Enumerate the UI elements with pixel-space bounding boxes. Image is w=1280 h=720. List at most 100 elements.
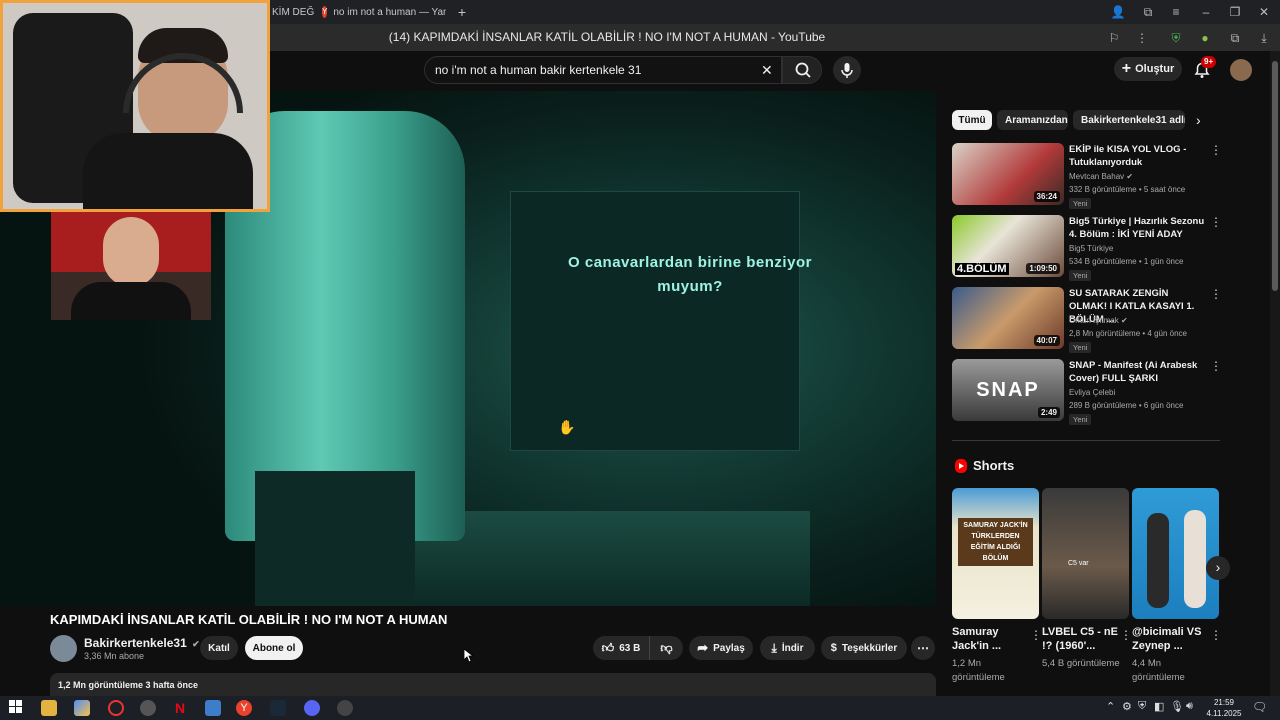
dislike-button[interactable]: 👎︎ <box>649 636 683 660</box>
create-label: Oluştur <box>1135 63 1175 75</box>
taskbar-clock[interactable]: 21:59 4.11.2025 <box>1204 697 1244 719</box>
tray-shield-icon[interactable]: ⛨ <box>1138 700 1146 713</box>
description-box[interactable]: 1,2 Mn görüntüleme 3 hafta önce <box>50 673 936 697</box>
chip-channel[interactable]: Bakirkertenkele31 adlı yü <box>1073 110 1185 130</box>
join-button[interactable]: Katıl <box>200 636 238 660</box>
short-title[interactable]: @bicimali VS Zeynep ... <box>1132 625 1208 653</box>
search-box: ✕ <box>424 56 782 84</box>
shorts-next-chevron-icon[interactable]: › <box>1206 556 1230 580</box>
file-explorer-icon[interactable] <box>41 700 57 716</box>
channel-avatar[interactable] <box>50 635 77 662</box>
windows-taskbar: N Y ⌃ ⚙ ⛨ ◧ 🎙︎ 🔊︎ 21:59 4.11.2025 🗨︎ <box>0 696 1280 720</box>
short-menu-icon[interactable]: ⋮ <box>1120 628 1132 642</box>
opera-icon[interactable] <box>108 700 124 716</box>
video-menu-icon[interactable]: ⋮ <box>1210 288 1222 300</box>
search-button[interactable] <box>782 56 822 84</box>
bookmark-icon[interactable]: ⚐ <box>1106 31 1122 45</box>
short-item[interactable]: @bicimali VS Zeynep ... 4,4 Mn görüntüle… <box>1132 488 1222 684</box>
tray-volume-icon[interactable]: 🔊︎ <box>1186 700 1193 713</box>
chips-next-chevron-icon[interactable]: › <box>1196 112 1201 128</box>
thanks-button[interactable]: $ Teşekkürler <box>821 636 907 660</box>
divider <box>952 440 1220 441</box>
video-title[interactable]: EKİP ile KISA YOL VLOG - Tutuklanıyorduk <box>1069 143 1207 169</box>
short-thumbnail[interactable]: C5 var <box>1042 488 1129 619</box>
subscribe-button[interactable]: Abone ol <box>245 636 303 660</box>
video-title[interactable]: SNAP - Manifest (Ai Arabesk Cover) FULL … <box>1069 359 1207 385</box>
profile-icon[interactable]: 👤 <box>1110 5 1126 19</box>
tray-mic-icon[interactable]: 🎙︎ <box>1170 700 1184 713</box>
page-title[interactable]: (14) KAPIMDAKİ İNSANLAR KATİL OLABİLİR !… <box>300 24 914 51</box>
restore-icon[interactable]: ❐ <box>1227 5 1243 19</box>
bookmarks-icon[interactable]: ⧉ <box>1140 5 1156 19</box>
scrollbar-thumb[interactable] <box>1272 61 1278 291</box>
store-icon[interactable] <box>205 700 221 716</box>
clear-search-icon[interactable]: ✕ <box>761 62 773 79</box>
notification-center-icon[interactable]: 🗨︎ <box>1252 700 1267 714</box>
recommended-video[interactable]: 40:07 SU SATARAK ZENGİN OLMAK! I KATLA K… <box>952 287 1222 353</box>
voice-search-button[interactable] <box>833 56 861 84</box>
video-thumbnail[interactable]: 40:07 <box>952 287 1064 349</box>
page-scrollbar[interactable] <box>1270 51 1280 696</box>
like-button[interactable]: 👍︎ 63 B <box>593 636 649 660</box>
collections-icon[interactable]: ⧉ <box>1227 31 1243 45</box>
channel-name[interactable]: Evliya Çelebi <box>1069 388 1115 397</box>
copilot-icon[interactable] <box>74 700 90 716</box>
short-menu-icon[interactable]: ⋮ <box>1030 628 1042 642</box>
mouse-cursor-icon <box>464 649 474 663</box>
account-avatar[interactable] <box>1230 59 1252 81</box>
video-thumbnail[interactable]: 36:24 <box>952 143 1064 205</box>
chip-all[interactable]: Tümü <box>952 110 992 130</box>
new-tab-button[interactable]: + <box>454 2 470 22</box>
app-icon[interactable] <box>337 700 353 716</box>
extension-icon[interactable]: ● <box>1197 31 1213 45</box>
video-title[interactable]: Big5 Türkiye | Hazırlık Sezonu 4. Bölüm … <box>1069 215 1207 241</box>
menu-icon[interactable]: ≡ <box>1168 5 1184 19</box>
recommended-video[interactable]: 4.BÖLÜM 1:09:50 Big5 Türkiye | Hazırlık … <box>952 215 1222 281</box>
minimize-icon[interactable]: – <box>1198 5 1214 19</box>
netflix-icon[interactable]: N <box>172 700 188 716</box>
obs-icon[interactable] <box>140 700 156 716</box>
recommended-video[interactable]: 36:24 EKİP ile KISA YOL VLOG - Tutuklanı… <box>952 143 1222 209</box>
download-icon[interactable]: ⤓ <box>1256 31 1272 45</box>
short-item[interactable]: SAMURAY JACK'İN TÜRKLERDEN EĞİTİM ALDIĞI… <box>952 488 1042 684</box>
download-button[interactable]: ⤓ İndir <box>760 636 815 660</box>
more-actions-button[interactable]: ⋯ <box>911 636 935 660</box>
short-item[interactable]: C5 var LVBEL C5 - nE !? (1960'... 5,4 B … <box>1042 488 1132 684</box>
channel-name[interactable]: Mevtcan Bahav ✔ <box>1069 172 1133 181</box>
video-thumbnail[interactable]: 4.BÖLÜM 1:09:50 <box>952 215 1064 277</box>
yandex-browser-icon[interactable]: Y <box>236 700 252 716</box>
create-button[interactable]: + Oluştur <box>1114 57 1182 81</box>
browser-tab-active[interactable]: Y no im not a human — Yand <box>322 2 446 22</box>
share-button[interactable]: ➦ Paylaş <box>689 636 753 660</box>
more-icon[interactable]: ⋮ <box>1134 31 1150 45</box>
tray-app-icon[interactable]: ◧ <box>1154 700 1164 713</box>
short-title[interactable]: LVBEL C5 - nE !? (1960'... <box>1042 625 1118 653</box>
close-window-icon[interactable]: ✕ <box>1256 5 1272 19</box>
video-meta: 2,8 Mn görüntüleme • 4 gün önce <box>1069 329 1187 338</box>
video-menu-icon[interactable]: ⋮ <box>1210 360 1222 372</box>
video-thumbnail[interactable]: SNAP 2:49 <box>952 359 1064 421</box>
channel-name[interactable]: Orkun Işıtmak ✔ <box>1069 316 1128 325</box>
tray-overflow-icon[interactable]: ⌃ <box>1106 700 1115 713</box>
video-menu-icon[interactable]: ⋮ <box>1210 144 1222 156</box>
windows-start-icon[interactable] <box>9 700 25 716</box>
channel-name[interactable]: Big5 Türkiye <box>1069 244 1113 253</box>
steam-icon[interactable] <box>270 700 286 716</box>
video-duration: 40:07 <box>1033 335 1060 346</box>
notifications-button[interactable]: 9+ <box>1192 56 1217 80</box>
discord-icon[interactable] <box>304 700 320 716</box>
short-title[interactable]: Samuray Jack'in ... <box>952 625 1028 653</box>
channel-name[interactable]: Bakirkertenkele31 ✔ <box>84 636 200 650</box>
download-arrow-icon: ⤓ <box>771 640 777 655</box>
recommended-video[interactable]: SNAP 2:49 SNAP - Manifest (Ai Arabesk Co… <box>952 359 1222 425</box>
chip-from-search[interactable]: Aramanızdan <box>997 110 1068 130</box>
short-thumbnail[interactable]: SAMURAY JACK'İN TÜRKLERDEN EĞİTİM ALDIĞI… <box>952 488 1039 619</box>
video-menu-icon[interactable]: ⋮ <box>1210 216 1222 228</box>
tray-settings-icon[interactable]: ⚙ <box>1122 700 1132 713</box>
search-input[interactable] <box>435 57 755 83</box>
verified-icon: ✔ <box>1126 172 1134 181</box>
extension-shield-icon[interactable]: ⛨ <box>1168 31 1184 45</box>
short-thumbnail[interactable] <box>1132 488 1219 619</box>
short-menu-icon[interactable]: ⋮ <box>1210 628 1222 642</box>
browser-tab[interactable]: KİM DEĞ <box>272 2 316 22</box>
